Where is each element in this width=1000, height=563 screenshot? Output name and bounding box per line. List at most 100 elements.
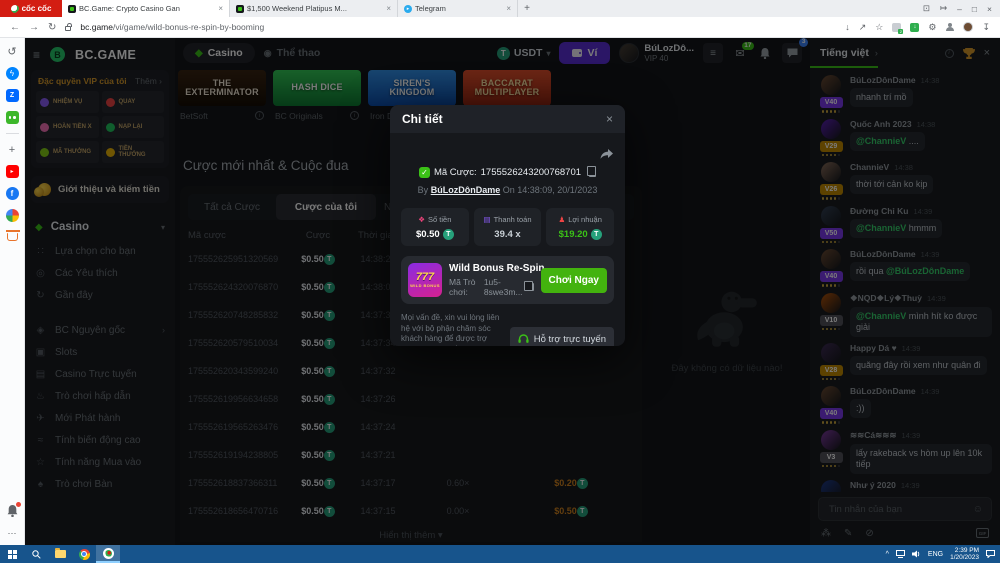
clock-date: 1/20/2023 <box>950 554 979 562</box>
downloads-icon[interactable]: ↧ <box>982 22 990 33</box>
system-tray: ^ ENG 2:39 PM 1/20/2023 <box>886 547 1000 562</box>
game-id-value: 1u5-8swe3m... <box>484 277 523 297</box>
window-controls: ⊡ ↦ – □ × <box>915 0 1000 17</box>
support-button-label: Hỗ trợ trực tuyến <box>534 334 606 345</box>
telegram-favicon: ▸ <box>404 5 412 13</box>
new-tab-button[interactable]: + <box>518 0 536 17</box>
browser-tab-bcgame[interactable]: BC.Game: Crypto Casino Gan× <box>62 0 230 17</box>
rail-bottom: ⋯ <box>7 504 18 539</box>
chrome-icon[interactable] <box>72 545 96 563</box>
share-bet-icon[interactable] <box>600 147 613 165</box>
copy-icon[interactable] <box>527 283 534 291</box>
url-text[interactable]: bc.game/vi/game/wild-bonus-re-spin-by-bo… <box>80 22 264 32</box>
share-icon[interactable]: ↗ <box>859 22 867 33</box>
extension-badge: 2 <box>898 29 903 34</box>
address-bar: ← → ↻ bc.game/vi/game/wild-bonus-re-spin… <box>0 17 1000 38</box>
stat-value-text: 39.4 x <box>494 229 520 240</box>
add-shortcut-icon[interactable]: + <box>6 143 19 156</box>
rail-divider <box>6 133 19 134</box>
minimize-button[interactable]: – <box>957 4 962 14</box>
player-name[interactable]: BúLozDônDame <box>431 185 501 195</box>
copy-icon[interactable] <box>589 169 596 177</box>
screen: cốc cốc BC.Game: Crypto Casino Gan×$1,50… <box>0 0 1000 563</box>
stat-value: $19.20T <box>559 229 602 240</box>
tether-coin-icon: T <box>591 229 602 240</box>
cart-icon[interactable] <box>7 233 18 241</box>
messenger-icon[interactable]: ϟ <box>6 67 19 80</box>
bet-id-line: ✓ Mã Cược: 1755526243200768701 <box>401 167 614 178</box>
tether-coin-icon: T <box>443 229 454 240</box>
bet-datetime: 14:38:09, 20/1/2023 <box>517 185 597 195</box>
stat-label-row: ❖Số tiền <box>418 215 451 224</box>
taskbar-clock[interactable]: 2:39 PM 1/20/2023 <box>950 547 979 562</box>
start-button[interactable] <box>0 545 24 563</box>
volume-icon[interactable] <box>912 550 921 558</box>
tab-search-icon[interactable]: ⊡ <box>923 3 930 14</box>
close-tab-icon[interactable]: × <box>218 4 223 13</box>
modal-body: ✓ Mã Cược: 1755526243200768701 By BúLozD… <box>390 133 625 346</box>
game-title: Wild Bonus Re-Spin <box>449 263 534 274</box>
tray-expand-icon[interactable]: ^ <box>886 551 889 558</box>
modal-title: Chi tiết <box>402 112 443 126</box>
browser-tab-platipus[interactable]: $1,500 Weekend Platipus M...× <box>230 0 398 17</box>
facebook-icon[interactable]: f <box>6 187 19 200</box>
stat-value: 39.4 x <box>494 229 520 240</box>
browser-tab-telegram[interactable]: ▸Telegram× <box>398 0 518 17</box>
close-tab-icon[interactable]: × <box>506 4 511 13</box>
bcgame-favicon <box>68 5 76 13</box>
stat-label: Số tiền <box>428 215 451 224</box>
game-thumbnail[interactable]: 777 WILD BONUS <box>408 263 442 297</box>
notification-bell-icon[interactable] <box>7 504 18 522</box>
play-now-button[interactable]: Chơi Ngay <box>541 268 607 293</box>
side-panel-icon[interactable]: ↦ <box>940 3 947 14</box>
browser-side-rail: ↺ ϟ Z + ▸ f ⋯ <box>0 38 25 545</box>
clock-time: 2:39 PM <box>955 547 979 555</box>
game-card: 777 WILD BONUS Wild Bonus Re-Spin Mã Trò… <box>401 256 614 304</box>
tab-title: BC.Game: Crypto Casino Gan <box>79 4 215 13</box>
language-indicator[interactable]: ENG <box>928 551 943 558</box>
coccoc-taskbar-icon[interactable] <box>96 545 120 563</box>
stat-label: Lợi nhuận <box>568 215 602 224</box>
stat-value: $0.50T <box>416 229 454 240</box>
lock-icon[interactable] <box>65 26 71 31</box>
modal-header: Chi tiết × <box>390 105 625 133</box>
bookmark-star-icon[interactable]: ☆ <box>875 22 883 33</box>
extensions-puzzle-icon[interactable]: ⚙ <box>928 22 936 33</box>
action-center-icon[interactable] <box>986 550 995 558</box>
maximize-button[interactable]: □ <box>972 4 977 14</box>
headset-icon <box>518 334 529 344</box>
coccoc-extension-icon[interactable]: 2 <box>892 23 901 32</box>
network-icon[interactable] <box>896 550 905 558</box>
save-page-icon[interactable]: ↓ <box>845 22 850 32</box>
bet-id-label: Mã Cược: <box>434 167 477 178</box>
close-window-button[interactable]: × <box>987 4 992 14</box>
modal-close-icon[interactable]: × <box>606 112 613 126</box>
url-path: /vi/game/wild-bonus-re-spin-by-booming <box>113 22 264 32</box>
youtube-icon[interactable]: ▸ <box>6 165 19 178</box>
browser-avatar[interactable] <box>963 22 973 32</box>
live-support-button[interactable]: Hỗ trợ trực tuyến <box>510 327 614 346</box>
game-id-line: Mã Trò chơi: 1u5-8swe3m... <box>449 277 534 297</box>
zalo-icon[interactable]: Z <box>6 89 19 102</box>
stat-label-row: ♟Lợi nhuận <box>558 215 601 224</box>
more-options-icon[interactable]: ⋯ <box>8 528 17 539</box>
search-icon[interactable] <box>24 545 48 563</box>
close-tab-icon[interactable]: × <box>386 4 391 13</box>
platipus-favicon <box>236 5 244 13</box>
modal-footer: Mọi vấn đề, xin vui lòng liên hệ với bộ … <box>401 313 614 346</box>
verified-check-icon: ✓ <box>419 167 430 178</box>
download-extension-icon[interactable]: ↓ <box>910 23 919 32</box>
reload-icon[interactable]: ↻ <box>48 22 56 33</box>
forward-icon[interactable]: → <box>29 22 39 33</box>
tab-title: Telegram <box>415 4 503 13</box>
history-icon[interactable]: ↺ <box>6 45 19 58</box>
coccoc-brand: cốc cốc <box>0 0 62 17</box>
file-explorer-icon[interactable] <box>48 545 72 563</box>
gamepad-icon[interactable] <box>6 111 19 124</box>
stat-label: Thanh toán <box>494 215 532 224</box>
store-icon[interactable] <box>6 209 19 222</box>
profiles-icon[interactable] <box>945 23 954 32</box>
back-icon[interactable]: ← <box>10 22 20 33</box>
bet-stats: ❖Số tiền$0.50T▤Thanh toán39.4 x♟Lợi nhuậ… <box>401 208 614 246</box>
stat-lợi-nhuận: ♟Lợi nhuận $19.20T <box>546 208 614 246</box>
